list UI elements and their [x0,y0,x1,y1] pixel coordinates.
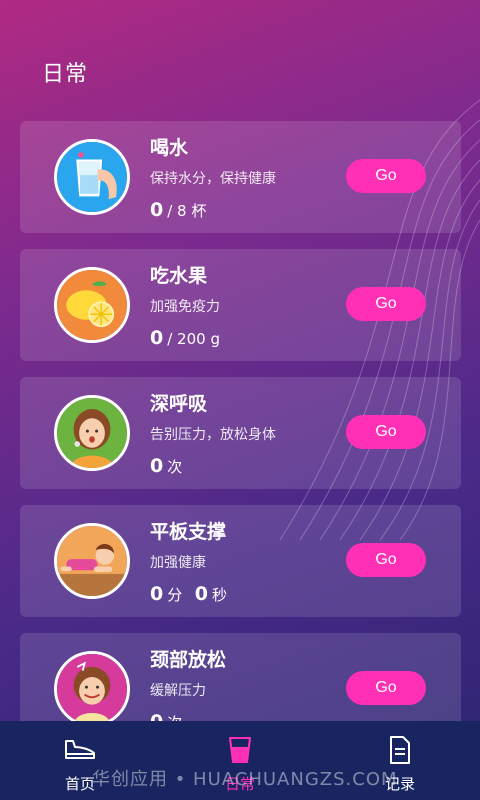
card-title: 深呼吸 [150,393,208,415]
progress-unit-seconds: 秒 [211,586,227,604]
go-button-deep-breath[interactable]: Go [346,415,426,449]
watermark: 华创应用 • HUACHUANGZS.COM [92,769,398,790]
progress-value-seconds: 0 [194,583,208,605]
card-drink-water[interactable]: 喝水 保持水分，保持健康 0/ 8 杯 Go [20,121,461,233]
card-progress: 0次 [150,455,182,477]
card-description: 缓解压力 [150,683,206,699]
card-title: 平板支撑 [150,521,227,543]
go-button-drink-water[interactable]: Go [346,159,426,193]
breathing-girl-icon [54,395,130,471]
progress-value: 0 [150,199,164,221]
water-glass-icon [54,139,130,215]
card-plank[interactable]: 平板支撑 加强健康 0分 0秒 Go [20,505,461,617]
card-description: 保持水分，保持健康 [150,171,276,187]
card-eat-fruit[interactable]: 吃水果 加强免疫力 0/ 200 g Go [20,249,461,361]
card-title: 喝水 [150,137,189,159]
cup-icon [227,735,253,769]
plank-girl-icon [54,523,130,599]
progress-value-minutes: 0 [150,583,164,605]
go-button-eat-fruit[interactable]: Go [346,287,426,321]
card-title: 颈部放松 [150,649,227,671]
progress-unit: / 200 g [167,330,220,348]
go-button-neck-relax[interactable]: Go [346,671,426,705]
lemon-icon [54,267,130,343]
card-deep-breath[interactable]: 深呼吸 告别压力，放松身体 0次 Go [20,377,461,489]
neck-girl-icon [54,651,130,727]
shoe-icon [63,735,97,767]
document-icon [388,735,412,769]
go-button-plank[interactable]: Go [346,543,426,577]
card-title: 吃水果 [150,265,208,287]
progress-unit: 次 [167,458,183,476]
card-description: 加强免疫力 [150,299,220,315]
progress-unit-minutes: 分 [167,586,183,604]
progress-unit: / 8 杯 [167,202,207,220]
progress-value: 0 [150,455,164,477]
page-title: 日常 [42,62,89,87]
card-progress: 0/ 200 g [150,327,220,349]
card-progress: 0分 0秒 [150,583,227,605]
progress-value: 0 [150,327,164,349]
card-description: 加强健康 [150,555,206,571]
card-progress: 0/ 8 杯 [150,199,206,221]
card-description: 告别压力，放松身体 [150,427,276,443]
